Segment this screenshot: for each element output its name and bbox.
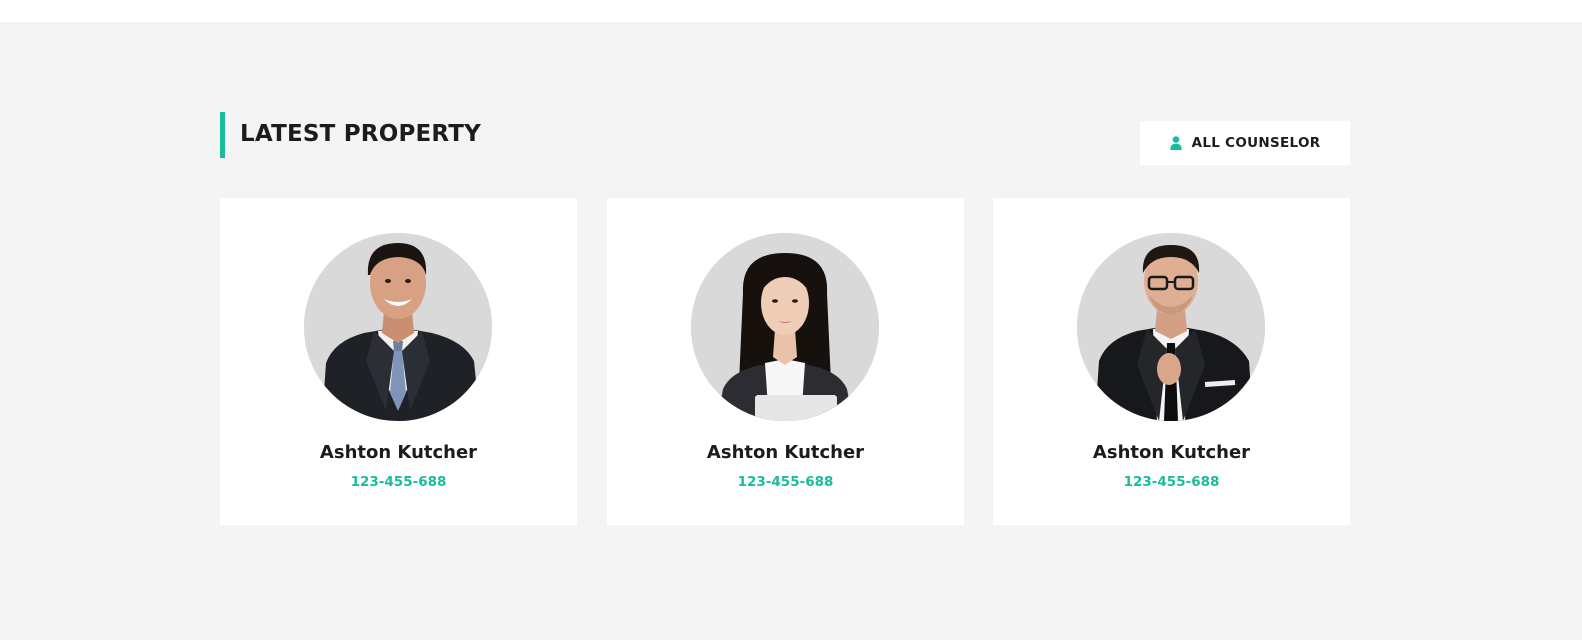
counselor-name: Ashton Kutcher bbox=[1092, 442, 1251, 463]
all-counselor-button[interactable]: ALL COUNSELOR bbox=[1140, 121, 1350, 165]
heading-accent-bar bbox=[220, 112, 225, 158]
section-title: LATEST PROPERTY bbox=[240, 121, 482, 147]
counselor-photo bbox=[691, 233, 879, 421]
counselor-cards: Ashton Kutcher 123-455-688 Ashton Kutche… bbox=[220, 198, 1350, 525]
counselor-card[interactable]: Ashton Kutcher 123-455-688 bbox=[993, 198, 1350, 525]
top-strip bbox=[0, 0, 1582, 22]
all-counselor-label: ALL COUNSELOR bbox=[1191, 135, 1321, 151]
counselor-name: Ashton Kutcher bbox=[319, 442, 478, 463]
counselor-card[interactable]: Ashton Kutcher 123-455-688 bbox=[607, 198, 964, 525]
counselor-phone[interactable]: 123-455-688 bbox=[993, 474, 1350, 490]
user-icon bbox=[1169, 136, 1182, 150]
man-smiling-blue-tie-photo bbox=[304, 233, 492, 421]
counselor-name: Ashton Kutcher bbox=[706, 442, 865, 463]
man-glasses-black-tie-photo bbox=[1077, 233, 1265, 421]
counselor-photo bbox=[304, 233, 492, 421]
section-heading: LATEST PROPERTY bbox=[220, 112, 481, 158]
counselor-phone[interactable]: 123-455-688 bbox=[607, 474, 964, 490]
woman-long-hair-photo bbox=[691, 233, 879, 421]
counselor-card[interactable]: Ashton Kutcher 123-455-688 bbox=[220, 198, 577, 525]
counselor-phone[interactable]: 123-455-688 bbox=[220, 474, 577, 490]
counselor-photo bbox=[1077, 233, 1265, 421]
